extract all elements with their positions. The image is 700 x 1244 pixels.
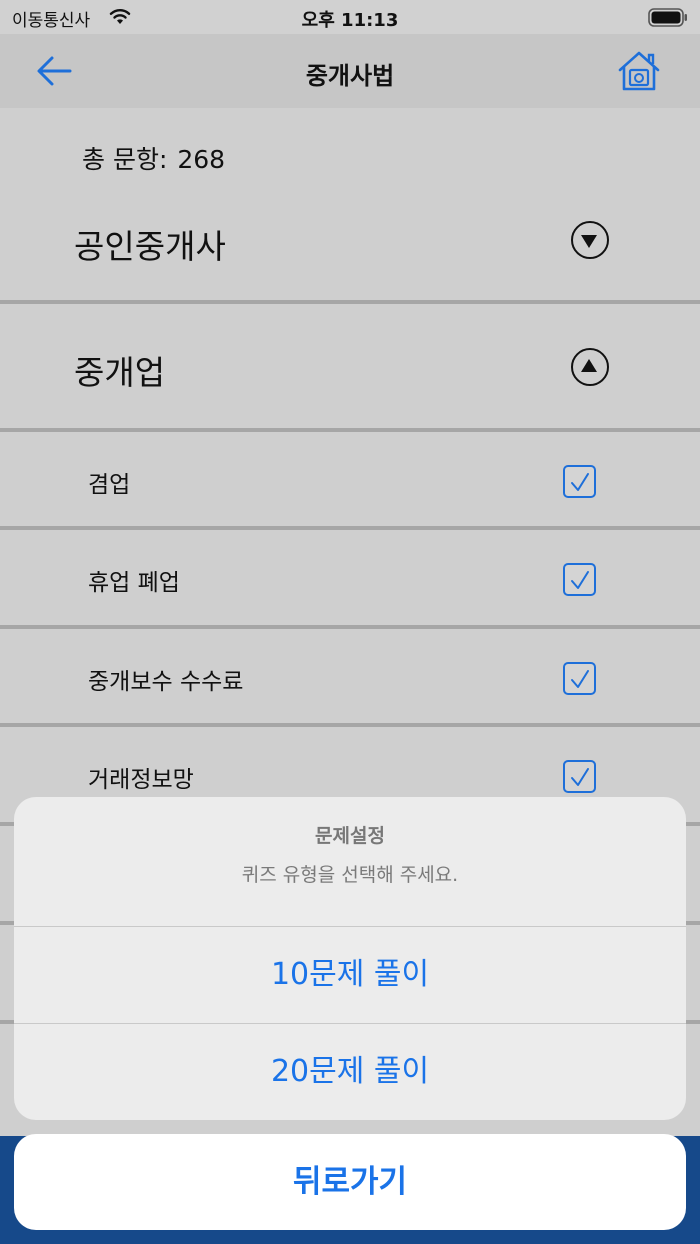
question-count-value: 268 [177,145,226,174]
checkmark-icon [571,768,589,786]
list-item-label: 중개보수 수수료 [88,669,244,695]
list-item-label: 거래정보망 [88,767,194,793]
home-icon[interactable] [616,48,662,94]
list-item[interactable]: 중개보수 수수료 [0,629,700,724]
action-sheet-message: 퀴즈 유형을 선택해 주세요. [241,864,459,886]
navigation-bar: 중개사법 [0,34,700,108]
section-header-brokerage[interactable]: 중개업 [0,304,700,428]
checkbox-checked[interactable] [563,662,596,695]
question-count-label: 총 문항: [82,145,168,174]
quiz-20-button[interactable]: 20문제 풀이 [14,1024,686,1120]
section-label: 중개업 [74,353,166,392]
battery-icon [648,8,687,27]
section-header-realtor[interactable]: 공인중개사 [0,190,700,300]
checkbox-checked[interactable] [563,760,596,793]
list-item-label: 겸업 [88,472,131,498]
page-title: 중개사법 [305,62,395,90]
list-item[interactable]: 겸업 [0,432,700,527]
status-time: 오후 11:13 [301,10,399,31]
action-sheet-title: 문제설정 [315,825,385,847]
checkmark-icon [571,571,589,589]
chevron-down-circle-icon[interactable] [571,221,609,259]
cancel-button[interactable]: 뒤로가기 [14,1134,686,1230]
chevron-up-circle-icon[interactable] [571,348,609,386]
question-count: 총 문항: 268 [82,140,235,176]
status-bar: 이동통신사 오후 11:13 [0,0,700,34]
section-label: 공인중개사 [74,227,226,266]
list-item[interactable]: 휴업 폐업 [0,530,700,625]
checkbox-checked[interactable] [563,563,596,596]
checkmark-icon [571,670,589,688]
action-sheet: 문제설정 퀴즈 유형을 선택해 주세요. 10문제 풀이 20문제 풀이 [14,797,686,1120]
quiz-10-button[interactable]: 10문제 풀이 [14,927,686,1023]
checkmark-icon [571,473,589,491]
list-item-label: 휴업 폐업 [88,570,180,596]
checkbox-checked[interactable] [563,465,596,498]
